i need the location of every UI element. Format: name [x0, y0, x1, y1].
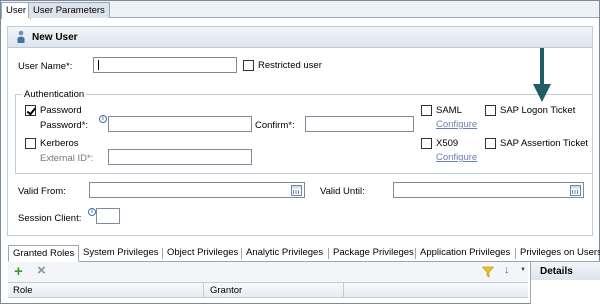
calendar-icon[interactable]: [291, 185, 302, 196]
tab-object-privileges[interactable]: Object Privileges: [164, 245, 241, 262]
authentication-label: Authentication: [22, 89, 87, 100]
password-checkbox[interactable]: [25, 105, 36, 116]
valid-from-label: Valid From:: [18, 186, 66, 197]
valid-until-input[interactable]: [393, 182, 584, 198]
calendar-icon[interactable]: [570, 185, 581, 196]
column-divider: [343, 283, 344, 297]
details-title: Details: [540, 266, 573, 277]
valid-until-label: Valid Until:: [320, 186, 365, 197]
x509-configure-link[interactable]: Configure: [436, 152, 477, 163]
roles-table-header: Role Grantor: [8, 282, 528, 298]
restricted-user-label: Restricted user: [258, 60, 322, 71]
tab-granted-roles[interactable]: Granted Roles: [8, 245, 80, 262]
valid-from-input[interactable]: [89, 182, 305, 198]
tab-user[interactable]: User: [1, 2, 32, 19]
details-header: Details: [531, 262, 600, 280]
sap-logon-ticket-label: SAP Logon Ticket: [500, 105, 576, 116]
sap-assertion-ticket-label: SAP Assertion Ticket: [500, 138, 589, 149]
tab-user-parameters[interactable]: User Parameters: [28, 2, 110, 18]
tab-privileges-on-users[interactable]: Privileges on Users: [517, 245, 600, 262]
add-icon[interactable]: +: [14, 263, 23, 280]
external-id-label: External ID*:: [40, 153, 94, 164]
dropdown-icon[interactable]: ▼: [520, 267, 526, 273]
panel-header: New User: [8, 27, 592, 48]
privileges-tab-bar: Granted Roles System Privileges Object P…: [8, 242, 600, 262]
info-icon: i: [99, 115, 107, 123]
tab-system-privileges[interactable]: System Privileges: [80, 245, 162, 262]
roles-toolbar: + × ↓ ▼: [8, 262, 528, 282]
tab-analytic-privileges[interactable]: Analytic Privileges: [243, 245, 326, 262]
panel-title: New User: [32, 32, 78, 43]
x509-checkbox[interactable]: [421, 138, 432, 149]
tab-separator: [162, 248, 163, 259]
confirm-label: Confirm*:: [255, 120, 295, 131]
sap-assertion-ticket-checkbox[interactable]: [485, 138, 496, 149]
x509-label: X509: [436, 138, 459, 149]
restricted-user-checkbox[interactable]: [243, 60, 254, 71]
tab-separator: [515, 248, 516, 259]
top-tab-bar: User User Parameters: [1, 1, 599, 19]
session-client-label: Session Client:: [18, 213, 82, 224]
tab-application-privileges[interactable]: Application Privileges: [417, 245, 513, 262]
column-header-grantor[interactable]: Grantor: [210, 285, 242, 296]
external-id-input[interactable]: [108, 149, 252, 165]
user-name-input[interactable]: [93, 57, 237, 73]
filter-icon[interactable]: [482, 266, 494, 278]
tab-separator: [415, 248, 416, 259]
column-divider: [203, 283, 204, 297]
saml-checkbox[interactable]: [421, 105, 432, 116]
saml-configure-link[interactable]: Configure: [436, 119, 477, 130]
user-name-label: User Name*:: [18, 61, 73, 72]
kerberos-checkbox[interactable]: [25, 138, 36, 149]
confirm-input[interactable]: [305, 116, 414, 132]
column-header-role[interactable]: Role: [13, 285, 33, 296]
sap-logon-ticket-checkbox[interactable]: [485, 105, 496, 116]
tab-separator: [241, 248, 242, 259]
tab-separator: [328, 248, 329, 259]
session-client-input[interactable]: [96, 208, 120, 224]
password-input[interactable]: [108, 116, 252, 132]
text-cursor: [98, 60, 99, 70]
info-icon: i: [88, 208, 96, 216]
tab-package-privileges[interactable]: Package Privileges: [330, 245, 417, 262]
user-icon: [17, 30, 25, 43]
sort-icon[interactable]: ↓: [504, 264, 510, 276]
kerberos-label: Kerberos: [40, 138, 79, 149]
password-label: Password: [40, 105, 82, 116]
saml-label: SAML: [436, 105, 462, 116]
password-field-label: Password*:: [40, 120, 89, 131]
remove-icon[interactable]: ×: [37, 262, 46, 279]
arrow-pointer: [533, 48, 551, 102]
